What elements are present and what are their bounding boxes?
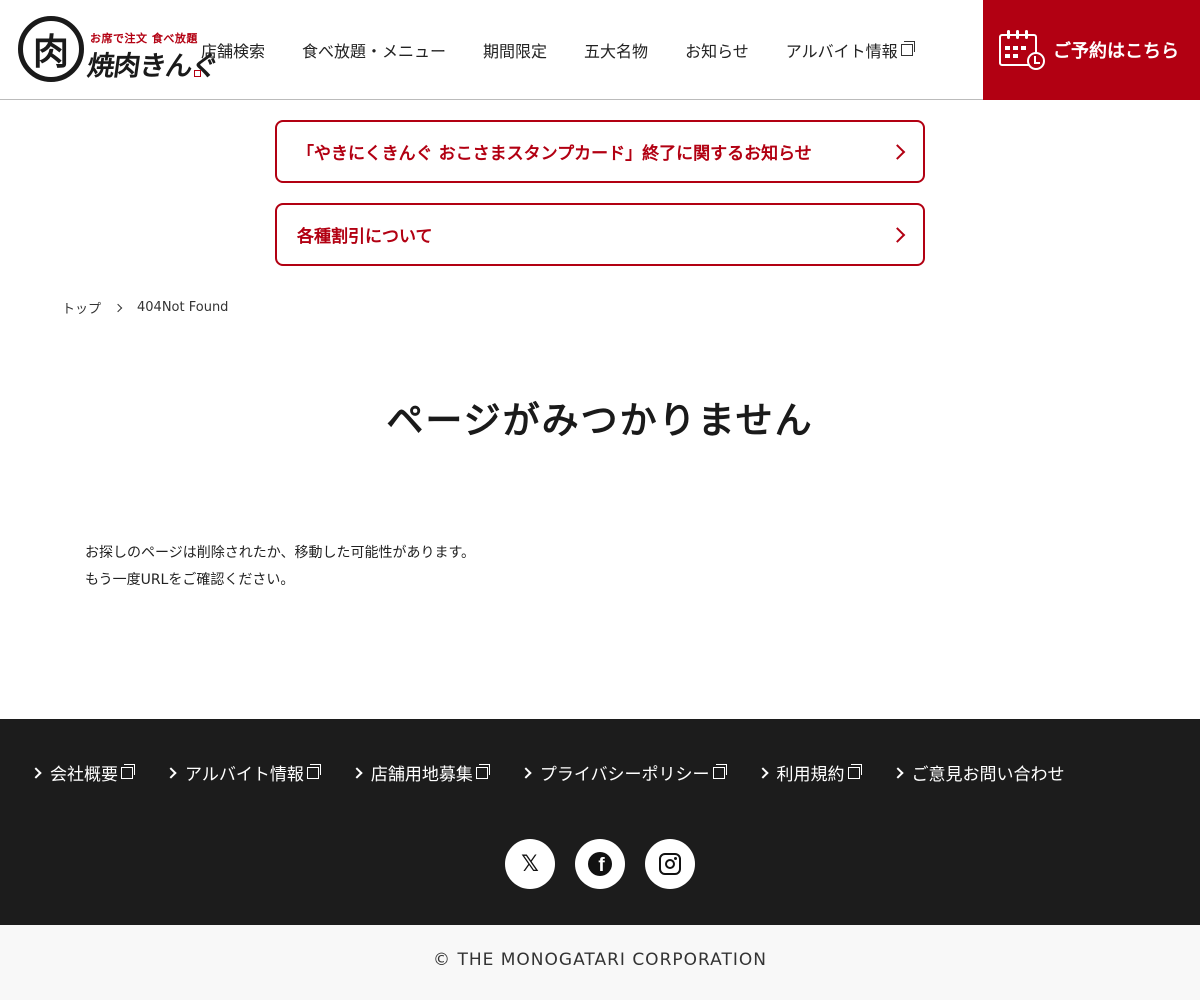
nav-item-label: 店舗検索 (201, 42, 266, 61)
instagram-link[interactable] (645, 839, 695, 889)
notice-label: 各種割引について (297, 227, 433, 247)
page-title: ページがみつかりません (386, 399, 814, 442)
site-header: 肉 お席で注文 食べ放題 焼肉きんぐ 店舗検索 食べ放題・メニュー 期間限定 五… (0, 0, 1200, 100)
main-nav: 店舗検索 食べ放題・メニュー 期間限定 五大名物 お知らせ アルバイト情報 (201, 0, 915, 100)
facebook-link[interactable]: f (575, 839, 625, 889)
social-links: 𝕏 f (505, 839, 715, 889)
nav-item-menu[interactable]: 食べ放題・メニュー (302, 38, 446, 62)
chevron-right-icon (113, 303, 123, 312)
site-footer (0, 719, 1200, 925)
instagram-icon (659, 853, 681, 875)
error-message: お探しのページは削除されたか、移動した可能性があります。 もう一度URLをご確認… (85, 540, 475, 594)
chevron-right-icon (889, 226, 906, 243)
registered-mark-icon (194, 70, 201, 77)
external-link-icon (475, 763, 490, 779)
external-link-icon (306, 763, 321, 779)
breadcrumb-home[interactable]: トップ (62, 298, 101, 317)
footer-link-company[interactable]: 会社概要 (30, 760, 135, 785)
nav-item-label: お知らせ (685, 42, 749, 61)
calendar-clock-icon (999, 30, 1045, 70)
chevron-right-icon (520, 766, 532, 779)
chevron-right-icon (165, 766, 177, 779)
notice-label: 「やきにくきんぐ おこさまスタンプカード」終了に関するお知らせ (297, 144, 812, 164)
footer-link-label: 会社概要 (50, 765, 118, 785)
footer-link-label: プライバシーポリシー (539, 765, 710, 785)
chevron-right-icon (891, 766, 904, 779)
notice-stamp-card[interactable]: 「やきにくきんぐ おこさまスタンプカード」終了に関するお知らせ (275, 120, 925, 183)
facebook-icon: f (588, 852, 612, 876)
nav-item-limited[interactable]: 期間限定 (483, 38, 547, 62)
notice-discounts[interactable]: 各種割引について (275, 203, 925, 266)
footer-link-land[interactable]: 店舗用地募集 (351, 760, 490, 785)
external-link-icon (900, 41, 915, 56)
chevron-right-icon (30, 766, 42, 779)
footer-link-label: ご意見お問い合わせ (911, 765, 1065, 785)
nav-item-news[interactable]: お知らせ (685, 38, 749, 62)
reservation-label: ご予約はこちら (1053, 41, 1179, 62)
footer-link-label: アルバイト情報 (185, 765, 304, 785)
nav-item-label: アルバイト情報 (785, 42, 898, 61)
breadcrumb: トップ 404Not Found (62, 298, 228, 317)
x-link[interactable]: 𝕏 (505, 839, 555, 889)
nav-item-jobs[interactable]: アルバイト情報 (785, 38, 915, 62)
nav-item-specialties[interactable]: 五大名物 (584, 38, 648, 62)
nav-item-label: 食べ放題・メニュー (302, 42, 447, 61)
nav-item-label: 五大名物 (584, 42, 649, 61)
breadcrumb-current: 404Not Found (137, 300, 229, 315)
footer-links: 会社概要 アルバイト情報 店舗用地募集 プライバシーポリシー 利用規約 ご意見お… (30, 760, 1065, 785)
chevron-right-icon (889, 143, 906, 160)
logo-mark: 肉 (18, 16, 84, 82)
reservation-button[interactable]: ご予約はこちら (983, 0, 1200, 100)
external-link-icon (712, 763, 727, 779)
footer-link-privacy[interactable]: プライバシーポリシー (520, 760, 727, 785)
message-line: お探しのページは削除されたか、移動した可能性があります。 (85, 545, 476, 561)
chevron-right-icon (351, 766, 363, 779)
footer-link-label: 店舗用地募集 (370, 765, 473, 785)
footer-link-label: 利用規約 (776, 765, 845, 785)
nav-item-label: 期間限定 (483, 42, 548, 61)
copyright: © THE MONOGATARI CORPORATION (433, 950, 767, 970)
nav-item-store-search[interactable]: 店舗検索 (201, 38, 265, 62)
footer-link-terms[interactable]: 利用規約 (756, 760, 862, 785)
external-link-icon (847, 763, 862, 779)
site-logo[interactable]: 肉 お席で注文 食べ放題 焼肉きんぐ (18, 14, 220, 86)
external-link-icon (121, 763, 135, 779)
footer-link-contact[interactable]: ご意見お問い合わせ (891, 760, 1065, 785)
chevron-right-icon (756, 766, 769, 779)
message-line: もう一度URLをご確認ください。 (85, 572, 295, 588)
x-icon: 𝕏 (521, 851, 539, 877)
footer-link-jobs[interactable]: アルバイト情報 (165, 760, 321, 785)
